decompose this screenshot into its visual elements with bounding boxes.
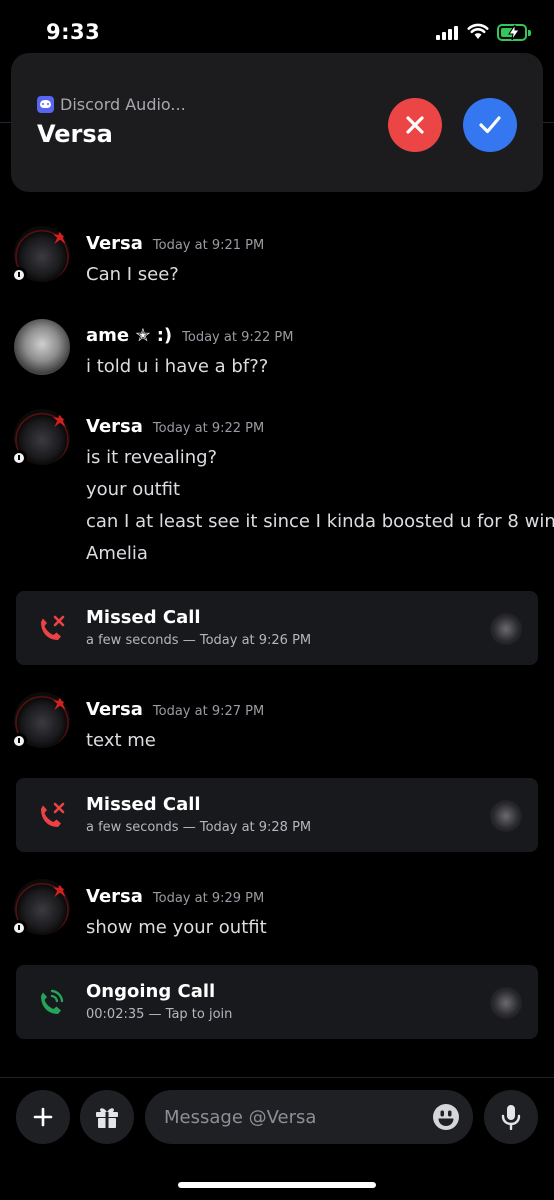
call-subtitle: a few seconds — Today at 9:26 PM: [86, 633, 312, 648]
call-title: Missed Call: [86, 794, 201, 815]
message-timestamp: Today at 9:29 PM: [152, 891, 265, 906]
message-timestamp: Today at 9:22 PM: [152, 421, 265, 436]
message-timestamp: Today at 9:21 PM: [152, 238, 265, 253]
missed-call-icon: [41, 802, 65, 827]
message-author[interactable]: Versa Today at 9:21 PM: [86, 233, 264, 254]
call-title: Ongoing Call: [86, 981, 216, 1002]
message-text: i told u i have a bf??: [86, 356, 269, 377]
call-subtitle: a few seconds — Today at 9:28 PM: [86, 820, 312, 835]
checkmark-icon: [479, 116, 501, 134]
participant-avatar: [490, 987, 522, 1019]
voice-message-button[interactable]: [484, 1090, 538, 1144]
discord-icon: [37, 96, 54, 113]
ongoing-call-card[interactable]: Ongoing Call 00:02:35 — Tap to join: [16, 965, 538, 1039]
add-attachment-button[interactable]: [16, 1090, 70, 1144]
message-author[interactable]: Versa Today at 9:22 PM: [86, 416, 264, 437]
ongoing-call-icon: [41, 989, 64, 1014]
status-indicator: [11, 267, 27, 283]
battery-cap: [528, 30, 531, 36]
participant-avatar: [490, 613, 522, 645]
cellular-signal-icon: [436, 26, 458, 40]
status-indicator: [11, 450, 27, 466]
message-timestamp: Today at 9:27 PM: [152, 704, 265, 719]
message-timestamp: Today at 9:22 PM: [182, 330, 294, 345]
message-input[interactable]: [145, 1090, 473, 1144]
message-text: text me: [86, 730, 156, 751]
message-author[interactable]: ame ✭ :) Today at 9:22 PM: [86, 325, 293, 346]
incoming-call-banner[interactable]: Discord Audio... Versa: [11, 53, 543, 192]
banner-app-name: Discord Audio...: [60, 95, 186, 114]
status-indicator: [11, 733, 27, 749]
accept-call-button[interactable]: [463, 98, 517, 152]
banner-app-row: Discord Audio...: [37, 95, 186, 114]
message-author[interactable]: Versa Today at 9:27 PM: [86, 699, 264, 720]
wifi-icon: [467, 23, 489, 39]
banner-caller-name: Versa: [37, 120, 113, 148]
status-time: 9:33: [46, 20, 101, 44]
message-text: Amelia: [86, 543, 148, 564]
gift-icon: [96, 1108, 118, 1128]
missed-call-card[interactable]: Missed Call a few seconds — Today at 9:2…: [16, 591, 538, 665]
message-text: show me your outfit: [86, 917, 267, 938]
status-bar: 9:33: [0, 0, 554, 60]
plus-icon: [33, 1107, 53, 1127]
emoji-icon[interactable]: [431, 1102, 461, 1132]
battery-icon: [497, 24, 527, 41]
message-text: can I at least see it since I kinda boos…: [86, 511, 554, 532]
composer-divider: [0, 1077, 554, 1078]
missed-call-icon: [41, 615, 65, 640]
close-icon: [406, 116, 424, 134]
participant-avatar: [490, 800, 522, 832]
decline-call-button[interactable]: [388, 98, 442, 152]
message-text: is it revealing?: [86, 447, 218, 468]
missed-call-card[interactable]: Missed Call a few seconds — Today at 9:2…: [16, 778, 538, 852]
message-author[interactable]: Versa Today at 9:29 PM: [86, 886, 264, 907]
message-text: your outfit: [86, 479, 181, 500]
status-indicator: [11, 920, 27, 936]
gift-button[interactable]: [80, 1090, 134, 1144]
call-subtitle: 00:02:35 — Tap to join: [86, 1007, 233, 1022]
call-title: Missed Call: [86, 607, 201, 628]
home-indicator[interactable]: [178, 1182, 376, 1188]
microphone-icon: [501, 1105, 521, 1130]
avatar[interactable]: [14, 319, 70, 375]
message-text: Can I see?: [86, 264, 179, 285]
